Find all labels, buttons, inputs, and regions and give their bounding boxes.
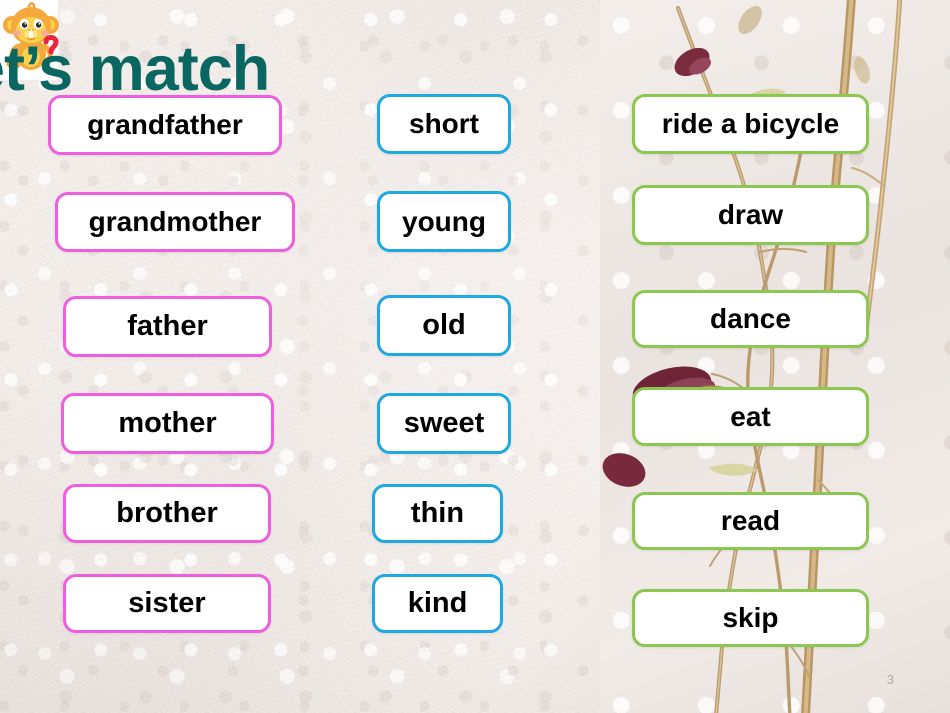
word-card-young[interactable]: young (377, 191, 511, 252)
word-card-father[interactable]: father (63, 296, 272, 357)
word-card-read[interactable]: read (632, 492, 869, 550)
word-card-mother[interactable]: mother (61, 393, 274, 454)
page-title: et’s match (0, 34, 270, 104)
word-card-brother[interactable]: brother (63, 484, 271, 543)
word-card-grandfather[interactable]: grandfather (48, 95, 282, 155)
slide-canvas: et’s match grandfather grandmother father m… (0, 0, 950, 713)
word-card-skip[interactable]: skip (632, 589, 869, 647)
word-card-sweet[interactable]: sweet (377, 393, 511, 454)
word-card-short[interactable]: short (377, 94, 511, 154)
word-card-sister[interactable]: sister (63, 574, 271, 633)
word-card-thin[interactable]: thin (372, 484, 503, 543)
page-number: 3 (886, 672, 894, 687)
word-card-grandmother[interactable]: grandmother (55, 192, 295, 252)
word-card-eat[interactable]: eat (632, 387, 869, 446)
word-card-old[interactable]: old (377, 295, 511, 356)
word-card-kind[interactable]: kind (372, 574, 503, 633)
word-card-draw[interactable]: draw (632, 185, 869, 245)
word-card-ride-a-bicycle[interactable]: ride a bicycle (632, 94, 869, 154)
word-card-dance[interactable]: dance (632, 290, 869, 348)
